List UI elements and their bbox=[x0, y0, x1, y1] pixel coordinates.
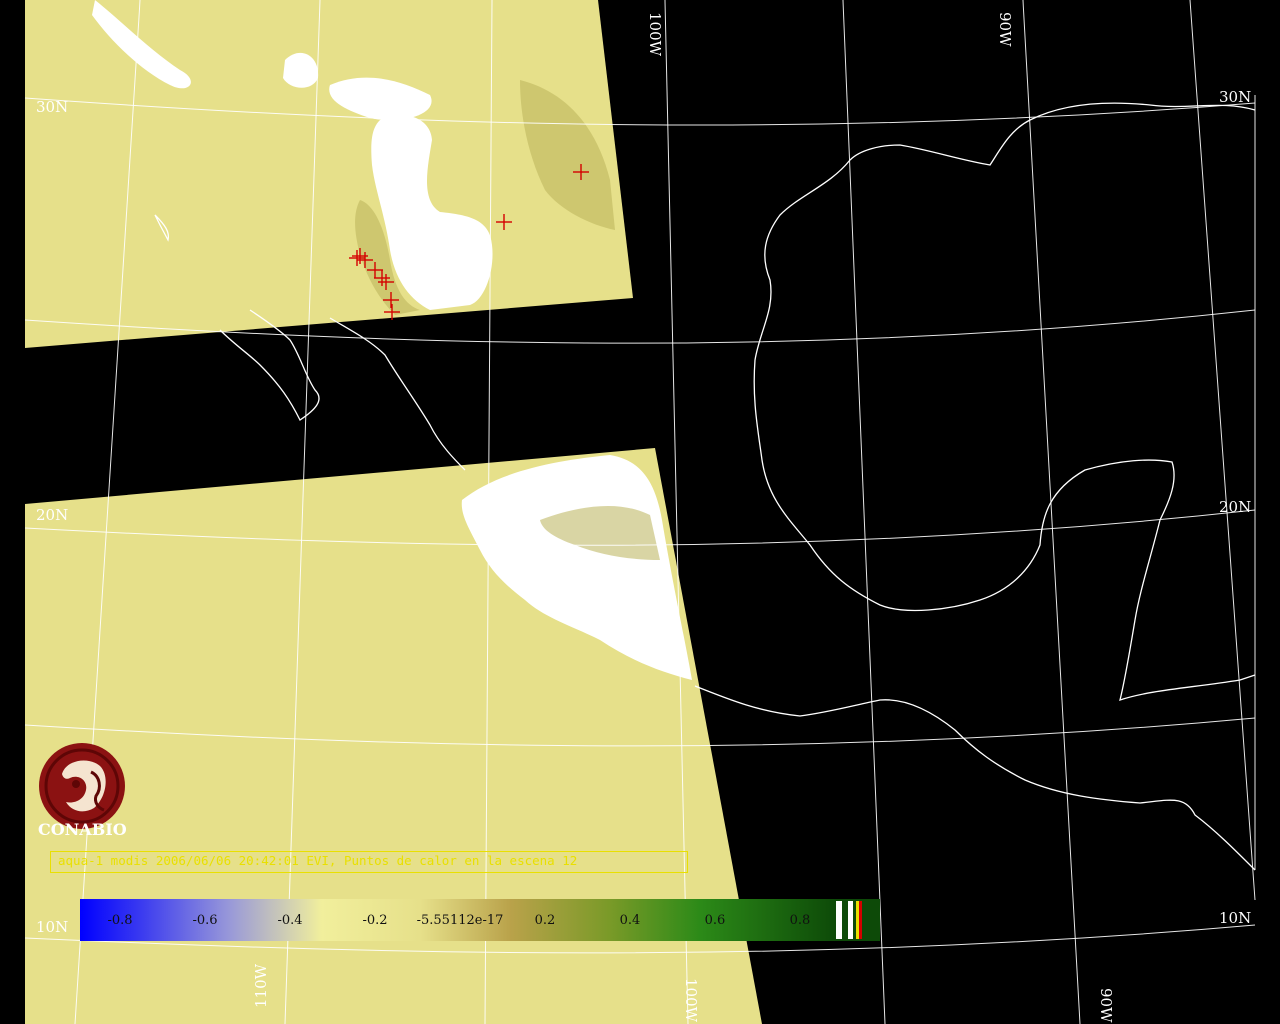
colorbar-tick-label: 0.2 bbox=[535, 913, 556, 928]
longitude-label: 100W bbox=[682, 978, 700, 1023]
latitude-label: 10N bbox=[36, 918, 68, 936]
colorbar-tick-label: -0.2 bbox=[362, 913, 387, 928]
colorbar-tick-label: 0.8 bbox=[790, 913, 811, 928]
longitude-label: 90W bbox=[1097, 988, 1115, 1023]
longitude-label: 110W bbox=[252, 963, 270, 1008]
water-swatch bbox=[848, 901, 853, 939]
colorbar-tick-label: -0.8 bbox=[107, 913, 132, 928]
swatch-red bbox=[859, 901, 862, 939]
colorbar-tick-label: -5.55112e-17 bbox=[417, 913, 504, 928]
latitude-label: 20N bbox=[36, 506, 68, 524]
latitude-label: 10N bbox=[1219, 909, 1251, 927]
swatch-yellow bbox=[856, 901, 859, 939]
colorbar-tick-label: 0.4 bbox=[620, 913, 641, 928]
logo-label: CONABIO bbox=[38, 820, 127, 839]
longitude-label: 100W bbox=[646, 12, 664, 57]
colorbar-tick-label: -0.6 bbox=[192, 913, 217, 928]
longitude-label: 90W bbox=[996, 12, 1014, 47]
cloud-swatch bbox=[836, 901, 842, 939]
colorbar-tick-label: 0.6 bbox=[705, 913, 726, 928]
colorbar: -0.8 -0.6 -0.4 -0.2 -5.55112e-17 0.2 0.4 0.6 0.8 bbox=[80, 899, 880, 941]
latitude-label: 30N bbox=[1219, 88, 1251, 106]
latitude-label: 30N bbox=[36, 98, 68, 116]
upper-swath bbox=[25, 0, 633, 348]
colorbar-tick-label: -0.4 bbox=[277, 913, 302, 928]
colorbar-ticks: -0.8 -0.6 -0.4 -0.2 -5.55112e-17 0.2 0.4 0.6 0.8 bbox=[107, 913, 810, 928]
latitude-label: 20N bbox=[1219, 498, 1251, 516]
scene-caption: aqua-1 modis 2006/06/06 20:42:01 EVI, Pu… bbox=[58, 853, 578, 868]
